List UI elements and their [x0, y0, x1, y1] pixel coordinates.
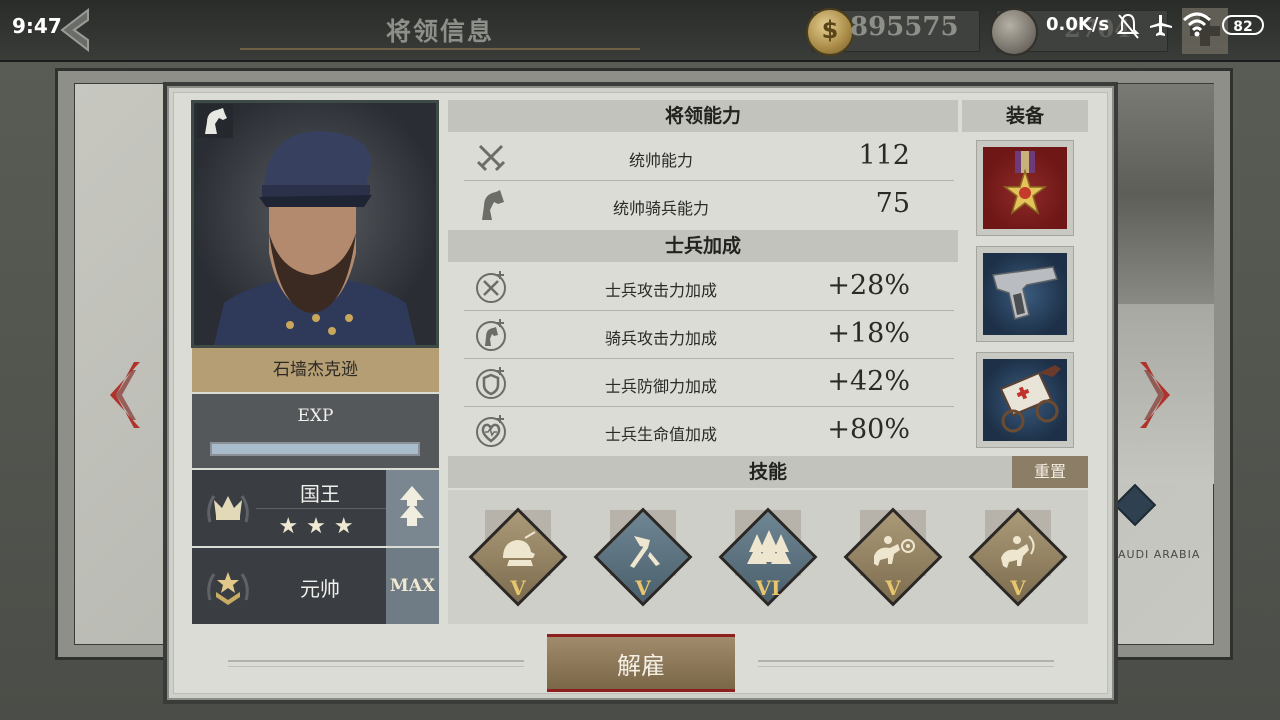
reset-skills-button[interactable]: 重置 — [1012, 456, 1088, 488]
skill-slot-3[interactable]: VI — [711, 500, 825, 614]
dismiss-general-button[interactable]: 解雇 — [547, 634, 735, 692]
equipment-slot-medal[interactable] — [976, 140, 1074, 236]
swords-plus-icon — [476, 271, 506, 303]
ability-row-command: 统帅能力 112 — [464, 134, 954, 181]
bonus-value: +28% — [827, 270, 910, 301]
exp-panel: EXP — [192, 394, 439, 468]
ability-value: 75 — [875, 188, 910, 219]
bonus-row-health: 士兵生命值加成 +80% — [464, 408, 954, 454]
skill-level: V — [510, 576, 526, 600]
soldier-bonus-header: 士兵加成 — [448, 230, 958, 262]
horse-head-icon — [482, 190, 504, 220]
ambulance-wagon-icon — [999, 365, 1061, 433]
ability-label: 统帅能力 — [628, 151, 693, 170]
status-clock: 9:47 — [12, 14, 62, 38]
skill-slot-4[interactable]: V — [836, 500, 950, 614]
marshal-insignia-icon — [207, 572, 249, 605]
exp-label: EXP — [297, 406, 334, 426]
skill-slot-5[interactable]: V — [961, 500, 1075, 614]
heart-plus-icon — [476, 415, 506, 447]
network-speed: 0.0K/s — [1046, 14, 1110, 35]
bonus-value: +80% — [827, 414, 910, 445]
general-name: 石墙杰克逊 — [192, 348, 439, 392]
skill-slot-2[interactable]: V — [586, 500, 700, 614]
page-title: 将领信息 — [385, 17, 494, 46]
equipment-slot-pistol[interactable] — [976, 246, 1074, 342]
bonus-value: +42% — [827, 366, 910, 397]
rank-divider — [256, 508, 386, 509]
wifi-icon — [1182, 12, 1212, 37]
military-rank: 元帅 — [300, 577, 340, 601]
footer-divider-right — [758, 660, 1054, 667]
medal-coin-icon — [990, 8, 1038, 56]
bonus-label: 士兵生命值加成 — [604, 425, 717, 444]
forest-icon — [747, 530, 791, 564]
cavalry-rider-icon — [1001, 535, 1035, 568]
medal-icon — [1002, 151, 1048, 216]
skill-level: V — [635, 576, 651, 600]
rank-stars: ★★★ — [278, 514, 362, 539]
battery-indicator: 82 — [1222, 15, 1264, 35]
battle-photo — [1118, 84, 1214, 304]
promote-button[interactable] — [386, 470, 439, 546]
shield-plus-icon — [476, 367, 506, 399]
next-general-arrow-icon[interactable] — [1138, 360, 1172, 430]
ability-value: 112 — [858, 140, 910, 171]
cavalry-charge-icon — [874, 536, 915, 566]
previous-general-arrow-icon[interactable] — [108, 360, 142, 430]
max-rank-badge: MAX — [386, 548, 439, 624]
skill-level: V — [1010, 576, 1026, 600]
back-arrow-icon — [60, 7, 89, 53]
skill-level: V — [885, 576, 901, 600]
skill-slot-1[interactable]: V — [461, 500, 575, 614]
double-up-arrow-icon — [400, 486, 424, 526]
horse-plus-icon — [476, 319, 506, 351]
skills-header: 技能 — [448, 456, 1088, 488]
ability-label: 统帅骑兵能力 — [612, 199, 709, 218]
soldier-helmet-icon — [503, 531, 536, 566]
bonus-row-cavalry-attack: 骑兵攻击力加成 +18% — [464, 312, 954, 359]
general-figure — [214, 131, 416, 345]
dollar-coin-icon: $ — [806, 8, 854, 56]
footer-divider-left — [228, 660, 524, 667]
equipment-slot-ambulance[interactable] — [976, 352, 1074, 448]
pistol-icon — [992, 266, 1058, 320]
exp-progress-bar — [210, 442, 420, 456]
back-button[interactable] — [58, 7, 94, 53]
cavalry-class-icon — [197, 104, 233, 138]
region-label: AUDI ARABIA — [1118, 548, 1201, 561]
bonus-label: 士兵防御力加成 — [604, 377, 717, 396]
exp-progress-fill — [212, 444, 418, 454]
general-abilities-header: 将领能力 — [448, 100, 958, 132]
airplane-mode-icon — [1150, 15, 1172, 36]
mute-bell-icon — [1116, 13, 1140, 39]
crossed-swords-icon — [476, 144, 506, 172]
equipment-header: 装备 — [962, 100, 1088, 132]
bonus-row-defense: 士兵防御力加成 +42% — [464, 360, 954, 407]
bonus-label: 士兵攻击力加成 — [604, 281, 717, 300]
title-underline — [240, 48, 640, 50]
rank-title: 国王 — [300, 482, 340, 506]
military-rank-row: 元帅 — [192, 548, 386, 624]
bonus-row-attack: 士兵攻击力加成 +28% — [464, 264, 954, 311]
skill-level: VI — [755, 576, 781, 600]
coin-value: 895575 — [850, 12, 959, 42]
bonus-value: +18% — [827, 318, 910, 349]
ability-row-cavalry-command: 统帅骑兵能力 75 — [464, 182, 954, 228]
bonus-label: 骑兵攻击力加成 — [604, 329, 717, 348]
hammer-tool-icon — [630, 536, 660, 568]
crown-laurel-icon — [207, 495, 249, 523]
